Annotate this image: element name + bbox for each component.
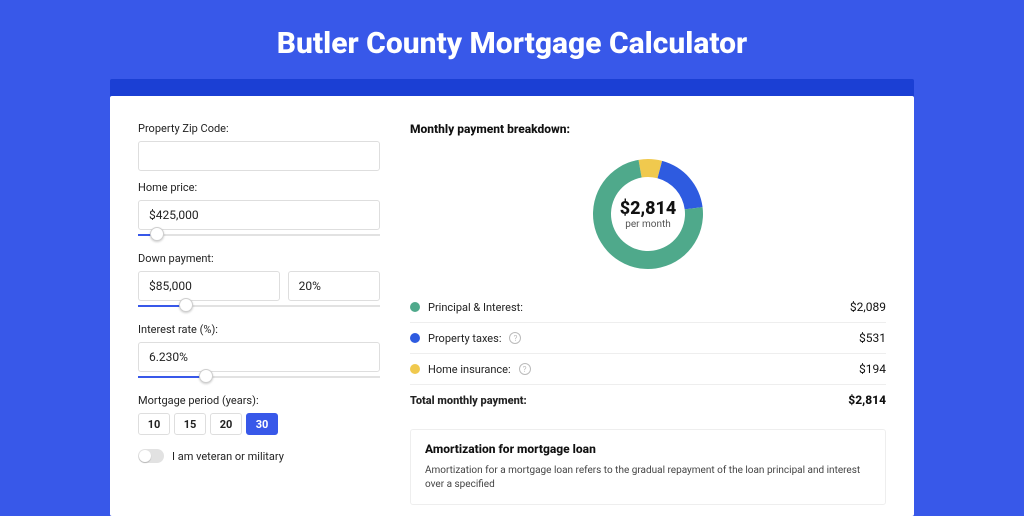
legend-label: Home insurance: xyxy=(428,363,511,376)
legend-dot xyxy=(410,333,420,343)
slider-knob[interactable] xyxy=(150,227,164,241)
legend-row: Home insurance:? $194 xyxy=(410,353,886,384)
down-payment-slider[interactable] xyxy=(138,303,380,313)
period-label: Mortgage period (years): xyxy=(138,394,380,407)
total-label: Total monthly payment: xyxy=(410,394,527,407)
down-payment-label: Down payment: xyxy=(138,252,380,265)
rate-label: Interest rate (%): xyxy=(138,323,380,336)
legend-dot xyxy=(410,364,420,374)
total-row: Total monthly payment: $2,814 xyxy=(410,384,886,415)
period-row: Mortgage period (years): 10152030 xyxy=(138,394,380,435)
period-options: 10152030 xyxy=(138,413,380,435)
donut-amount: $2,814 xyxy=(620,198,677,219)
home-price-label: Home price: xyxy=(138,181,380,194)
legend: Principal & Interest: $2,089 Property taxe… xyxy=(410,292,886,384)
legend-value: $531 xyxy=(859,331,886,345)
amortization-box: Amortization for mortgage loan Amortizat… xyxy=(410,429,886,505)
rate-row: Interest rate (%): xyxy=(138,323,380,384)
zip-input[interactable] xyxy=(138,141,380,171)
veteran-label: I am veteran or military xyxy=(172,450,284,463)
slider-knob[interactable] xyxy=(199,369,213,383)
down-payment-pct-input[interactable] xyxy=(288,271,380,301)
home-price-slider[interactable] xyxy=(138,232,380,242)
legend-label: Principal & Interest: xyxy=(428,301,523,314)
down-payment-input[interactable] xyxy=(138,271,280,301)
legend-label: Property taxes: xyxy=(428,332,501,345)
period-button-20[interactable]: 20 xyxy=(210,413,242,435)
legend-dot xyxy=(410,302,420,312)
home-price-input[interactable] xyxy=(138,200,380,230)
donut-sub: per month xyxy=(620,219,677,230)
legend-row: Principal & Interest: $2,089 xyxy=(410,292,886,322)
donut-center: $2,814 per month xyxy=(620,198,677,230)
total-value: $2,814 xyxy=(848,393,886,407)
donut-chart: $2,814 per month xyxy=(410,144,886,284)
home-price-row: Home price: xyxy=(138,181,380,242)
rate-input[interactable] xyxy=(138,342,380,372)
down-payment-row: Down payment: xyxy=(138,252,380,313)
legend-value: $2,089 xyxy=(850,300,886,314)
breakdown-title: Monthly payment breakdown: xyxy=(410,122,886,136)
period-button-15[interactable]: 15 xyxy=(174,413,206,435)
veteran-toggle[interactable] xyxy=(138,449,164,463)
rate-slider[interactable] xyxy=(138,374,380,384)
period-button-30[interactable]: 30 xyxy=(246,413,278,435)
zip-label: Property Zip Code: xyxy=(138,122,380,135)
slider-knob[interactable] xyxy=(179,298,193,312)
zip-row: Property Zip Code: xyxy=(138,122,380,171)
info-icon[interactable]: ? xyxy=(509,332,521,344)
calculator-card: Property Zip Code: Home price: Down paym… xyxy=(110,96,914,516)
inputs-column: Property Zip Code: Home price: Down paym… xyxy=(138,122,380,516)
legend-row: Property taxes:? $531 xyxy=(410,322,886,353)
amortization-title: Amortization for mortgage loan xyxy=(425,442,871,456)
info-icon[interactable]: ? xyxy=(519,363,531,375)
page-title: Butler County Mortgage Calculator xyxy=(0,0,1024,79)
amortization-body: Amortization for a mortgage loan refers … xyxy=(425,464,871,492)
legend-value: $194 xyxy=(859,362,886,376)
period-button-10[interactable]: 10 xyxy=(138,413,170,435)
veteran-row: I am veteran or military xyxy=(138,449,380,463)
breakdown-column: Monthly payment breakdown: $2,814 per mo… xyxy=(410,122,886,516)
